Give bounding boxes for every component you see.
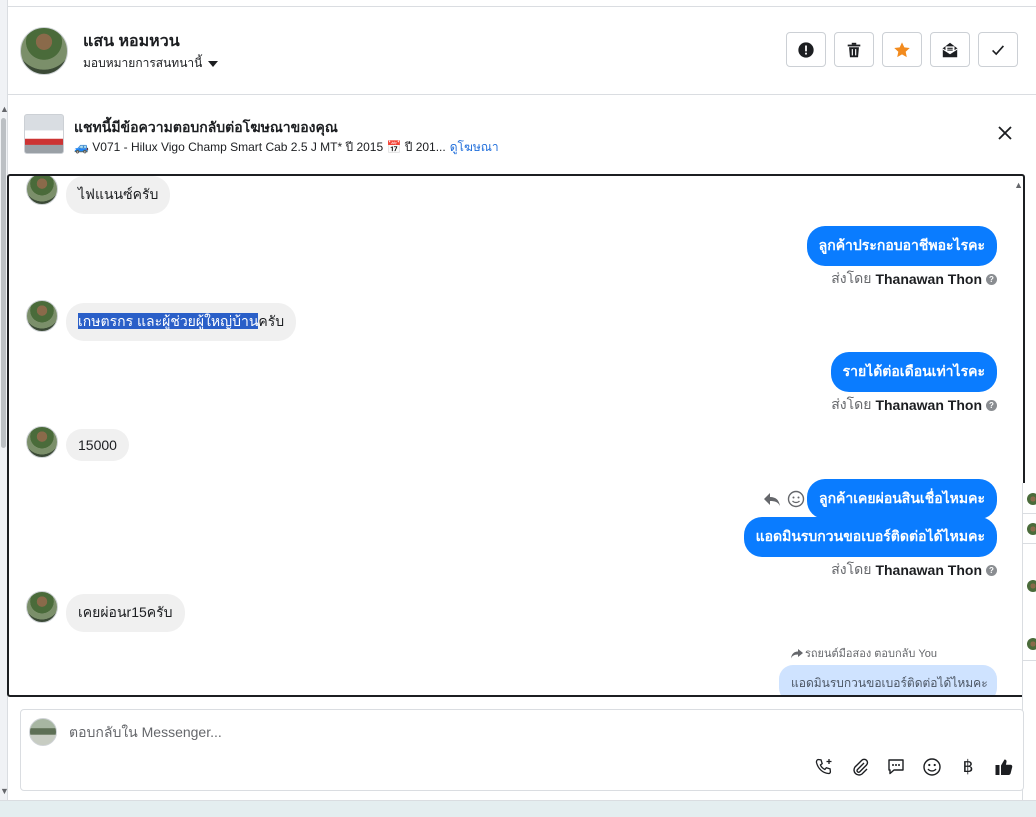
trash-icon: [847, 42, 861, 57]
reply-arrow-icon: [790, 648, 803, 658]
call-add-icon[interactable]: [813, 756, 835, 778]
page-avatar: [29, 718, 57, 746]
sender-avatar[interactable]: [26, 591, 58, 623]
quoted-reply-preview[interactable]: แอดมินรบกวนขอเบอร์ติดต่อได้ไหมคะ: [779, 665, 997, 695]
emoji-react-icon[interactable]: [787, 490, 805, 508]
outgoing-message[interactable]: ลูกค้าเคยผ่อนสินเชื่อไหมคะ: [806, 479, 997, 519]
sent-by-prefix: ส่งโดย: [831, 396, 872, 412]
sent-by-label: ส่งโดย Thanawan Thon ?: [831, 268, 997, 290]
baht-icon[interactable]: ฿: [957, 756, 979, 778]
alert-icon: [798, 41, 814, 58]
scrollbar-thumb[interactable]: [1, 118, 6, 448]
ad-reply-banner: แชทนี้มีข้อความตอบกลับต่อโฆษณาของคุณ 🚙 V…: [8, 96, 1036, 174]
incoming-message[interactable]: 15000: [66, 429, 129, 461]
reply-icon[interactable]: [763, 491, 781, 507]
adjacent-conversation-list[interactable]: [1022, 483, 1036, 817]
assign-dropdown[interactable]: มอบหมายการสนทนานี้: [83, 54, 219, 73]
checkmark-icon: [992, 44, 1005, 55]
bottom-status-strip: [0, 800, 1036, 817]
ad-detail-text: 🚙 V071 - Hilux Vigo Champ Smart Cab 2.5 …: [74, 140, 446, 154]
view-ad-link[interactable]: ดูโฆษณา: [450, 140, 499, 154]
ad-banner-title: แชทนี้มีข้อความตอบกลับต่อโฆษณาของคุณ: [74, 119, 338, 135]
mark-done-button[interactable]: [978, 32, 1018, 67]
envelope-icon: [942, 42, 958, 57]
sent-by-agent: Thanawan Thon: [875, 397, 982, 413]
outgoing-message[interactable]: รายได้ต่อเดือนเท่าไรคะ: [830, 352, 997, 392]
sent-by-label: ส่งโดย Thanawan Thon ?: [831, 559, 997, 581]
ad-detail-line: 🚙 V071 - Hilux Vigo Champ Smart Cab 2.5 …: [74, 138, 499, 157]
help-icon[interactable]: ?: [986, 399, 997, 411]
sender-avatar[interactable]: [26, 176, 58, 205]
emoji-icon[interactable]: [921, 756, 943, 778]
report-spam-button[interactable]: [786, 32, 826, 67]
composer-toolbar: ฿: [813, 756, 1015, 778]
sent-by-agent: Thanawan Thon: [875, 562, 982, 578]
ad-thumbnail[interactable]: [24, 114, 64, 154]
sender-avatar[interactable]: [26, 300, 58, 332]
sent-by-prefix: ส่งโดย: [831, 561, 872, 577]
sent-by-agent: Thanawan Thon: [875, 271, 982, 287]
sent-by-prefix: ส่งโดย: [831, 270, 872, 286]
message-hover-actions: [763, 490, 805, 508]
incoming-message[interactable]: เคยผ่อนr15ครับ: [66, 594, 185, 632]
contact-name[interactable]: แสน หอมหวน: [83, 29, 180, 54]
selected-text: เกษตรกร และผู้ช่วยผู้ใหญ่บ้าน: [78, 313, 259, 329]
conversation-avatar[interactable]: [1027, 638, 1036, 650]
divider: [1023, 513, 1036, 514]
close-icon[interactable]: [994, 122, 1016, 144]
thread-scroll-up-icon[interactable]: ▲: [1014, 180, 1023, 190]
help-icon[interactable]: ?: [986, 564, 997, 576]
reply-note-text: รถยนต์มือสอง ตอบกลับ You: [804, 648, 937, 660]
star-icon: [894, 41, 910, 57]
mark-unread-button[interactable]: [930, 32, 970, 67]
outgoing-message[interactable]: ลูกค้าประกอบอาชีพอะไรคะ: [806, 226, 997, 266]
message-text-rest: ครับ: [258, 313, 285, 329]
reply-composer: ฿: [20, 709, 1024, 791]
saved-reply-icon[interactable]: [885, 756, 907, 778]
divider: [1023, 660, 1036, 661]
contact-avatar[interactable]: [20, 27, 68, 75]
reply-context-note: รถยนต์มือสอง ตอบกลับ You: [790, 644, 937, 662]
scroll-down-arrow-icon[interactable]: ▼: [0, 786, 9, 796]
conversation-avatar[interactable]: [1027, 523, 1036, 535]
incoming-message[interactable]: เกษตรกร และผู้ช่วยผู้ใหญ่บ้านครับ: [66, 303, 297, 341]
caret-down-icon: [208, 60, 219, 67]
star-button[interactable]: [882, 32, 922, 67]
delete-button[interactable]: [834, 32, 874, 67]
conversation-avatar[interactable]: [1027, 493, 1036, 505]
header-actions: [786, 32, 1018, 67]
message-input[interactable]: [69, 724, 769, 740]
sent-by-label: ส่งโดย Thanawan Thon ?: [831, 394, 997, 416]
outgoing-message[interactable]: แอดมินรบกวนขอเบอร์ติดต่อได้ไหมคะ: [743, 517, 997, 557]
paperclip-icon[interactable]: [849, 756, 871, 778]
sender-avatar[interactable]: [26, 426, 58, 458]
help-icon[interactable]: ?: [986, 273, 997, 285]
conversation-header: แสน หอมหวน มอบหมายการสนทนานี้: [8, 7, 1036, 95]
message-thread[interactable]: ▲ ไฟแนนซ์ครับ ลูกค้าประกอบอาชีพอะไรคะ ส่…: [7, 174, 1025, 697]
assign-label: มอบหมายการสนทนานี้: [83, 56, 203, 70]
thumbs-up-icon[interactable]: [993, 756, 1015, 778]
incoming-message[interactable]: ไฟแนนซ์ครับ: [66, 176, 171, 214]
divider: [1023, 543, 1036, 544]
conversation-avatar[interactable]: [1027, 580, 1036, 592]
